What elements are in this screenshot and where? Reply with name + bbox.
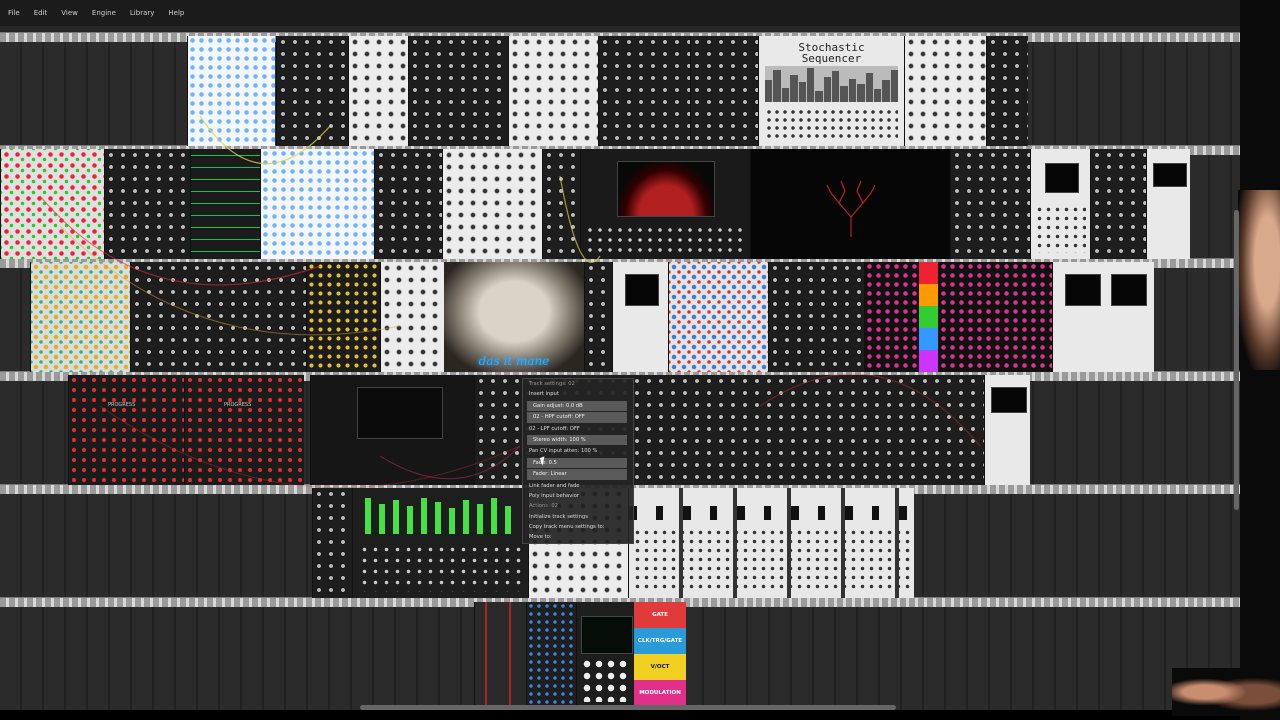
module-dark-i[interactable] (950, 149, 1030, 259)
module-dark-yellow[interactable] (306, 262, 380, 372)
module-blue-grid[interactable] (187, 36, 275, 146)
menu-initialize-track[interactable]: Initialize track settings (523, 512, 633, 522)
module-dark-a[interactable] (276, 36, 348, 146)
module-dark-f[interactable] (104, 149, 190, 259)
module-oscilloscope[interactable] (310, 375, 474, 485)
stochastic-title-line2: Sequencer (801, 52, 862, 65)
menu-bar: File Edit View Engine Library Help (0, 0, 1240, 26)
menu-help[interactable]: Help (162, 9, 190, 17)
module-dark-j[interactable] (1090, 149, 1146, 259)
module-dark-b[interactable] (408, 36, 508, 146)
module-host-d[interactable] (1052, 262, 1154, 372)
menu-edit[interactable]: Edit (28, 9, 54, 17)
module-clock-div[interactable] (190, 149, 260, 259)
module-host-c[interactable] (612, 262, 668, 372)
module-host-a[interactable] (1030, 149, 1090, 259)
menu-copy-track-settings[interactable]: Copy track menu settings to: (523, 522, 633, 532)
module-host-e[interactable] (984, 375, 1030, 485)
module-white-e[interactable] (380, 262, 444, 372)
menu-engine[interactable]: Engine (86, 9, 122, 17)
context-menu-header-actions: Actions: 02 (529, 503, 558, 510)
menu-lpf-cutoff[interactable]: 02 - LPF cutoff: OFF (523, 424, 633, 434)
stochastic-title: Stochastic Sequencer (759, 42, 904, 64)
photo-overlay: das it mane (444, 262, 584, 372)
voct-label: V/OCT (634, 654, 686, 680)
stochastic-bars[interactable] (765, 66, 898, 102)
scope-screen (617, 161, 715, 217)
photo-caption: das it mane (478, 354, 550, 368)
module-white-b[interactable] (508, 36, 598, 146)
menu-library[interactable]: Library (124, 9, 160, 17)
menu-file[interactable]: File (2, 9, 26, 17)
module-white-a[interactable] (348, 36, 408, 146)
module-dark-n[interactable] (312, 488, 352, 598)
horizontal-scrollbar[interactable] (360, 705, 896, 710)
module-dark-e[interactable] (986, 36, 1028, 146)
module-tp-bank[interactable] (628, 488, 914, 598)
module-led-column[interactable] (918, 262, 938, 372)
module-stochastic-sequencer[interactable]: Stochastic Sequencer (758, 36, 904, 146)
progress-label-right: PROGRESS (224, 402, 252, 408)
module-dark-k[interactable] (130, 262, 306, 372)
module-plateau-a[interactable] (864, 262, 918, 372)
progress-label-left: PROGRESS (108, 402, 136, 408)
module-progress-b[interactable] (184, 375, 304, 485)
module-scope[interactable] (580, 149, 750, 259)
menu-poly-input[interactable]: Poly input behavior (523, 491, 633, 501)
clk-trg-gate-label: CLK/TRG/GATE (634, 628, 686, 654)
module-visualizer[interactable] (750, 149, 950, 259)
module-dark-c[interactable] (598, 36, 690, 146)
module-mixer-colorful[interactable] (668, 262, 768, 372)
module-white-d[interactable] (442, 149, 542, 259)
module-host-b[interactable] (1146, 149, 1190, 259)
module-dark-m[interactable] (768, 262, 864, 372)
slider-stereo-width[interactable]: Stereo width: 100 % (527, 434, 627, 446)
module-fader-bank[interactable] (352, 488, 528, 598)
module-dark-g[interactable] (374, 149, 442, 259)
module-dark-l[interactable] (584, 262, 612, 372)
module-blue-grid-b[interactable] (260, 149, 374, 259)
oscilloscope-screen (357, 387, 443, 439)
module-strip-b[interactable] (526, 602, 576, 706)
menu-pan-cv-atten[interactable]: Pan CV input atten: 100 % (523, 446, 633, 456)
webcam-overlay-bottom (1172, 668, 1280, 716)
menu-link-fader-fade[interactable]: Link fader and fade (523, 481, 633, 491)
module-white-c[interactable] (904, 36, 986, 146)
gate-label: GATE (634, 602, 686, 628)
slider-gain-adjust[interactable]: Gain adjust: 0.0 dB (527, 400, 627, 412)
fader-bank-faders[interactable] (361, 494, 521, 538)
menu-move-to[interactable]: Move to: (523, 532, 633, 542)
module-strip-a[interactable] (474, 602, 526, 706)
fractal-tree-icon (826, 180, 876, 237)
module-colorful-a[interactable] (0, 149, 104, 259)
module-colorful-b[interactable] (30, 262, 130, 372)
rack-canvas[interactable]: Stochastic Sequencer das it mane PROGRES… (0, 26, 1240, 710)
webcam-overlay (1238, 190, 1280, 370)
modulation-label: MODULATION (634, 680, 686, 706)
slider-hpf-cutoff[interactable]: 02 - HPF cutoff: OFF (527, 412, 627, 423)
menu-view[interactable]: View (55, 9, 84, 17)
slider-fader[interactable]: Fader: Linear (527, 469, 627, 480)
module-plateau-b[interactable] (938, 262, 1052, 372)
module-progress-a[interactable] (68, 375, 184, 485)
context-menu-header-track: Track settings: 02 (529, 381, 575, 387)
track-context-menu[interactable]: Track settings: 02 Insert input Gain adj… (522, 378, 634, 544)
module-scope-small[interactable] (576, 602, 634, 706)
menu-insert-input[interactable]: Insert input (523, 389, 633, 399)
vertical-scrollbar[interactable] (1234, 210, 1239, 510)
module-dark-h[interactable] (542, 149, 580, 259)
module-dark-d[interactable] (690, 36, 758, 146)
